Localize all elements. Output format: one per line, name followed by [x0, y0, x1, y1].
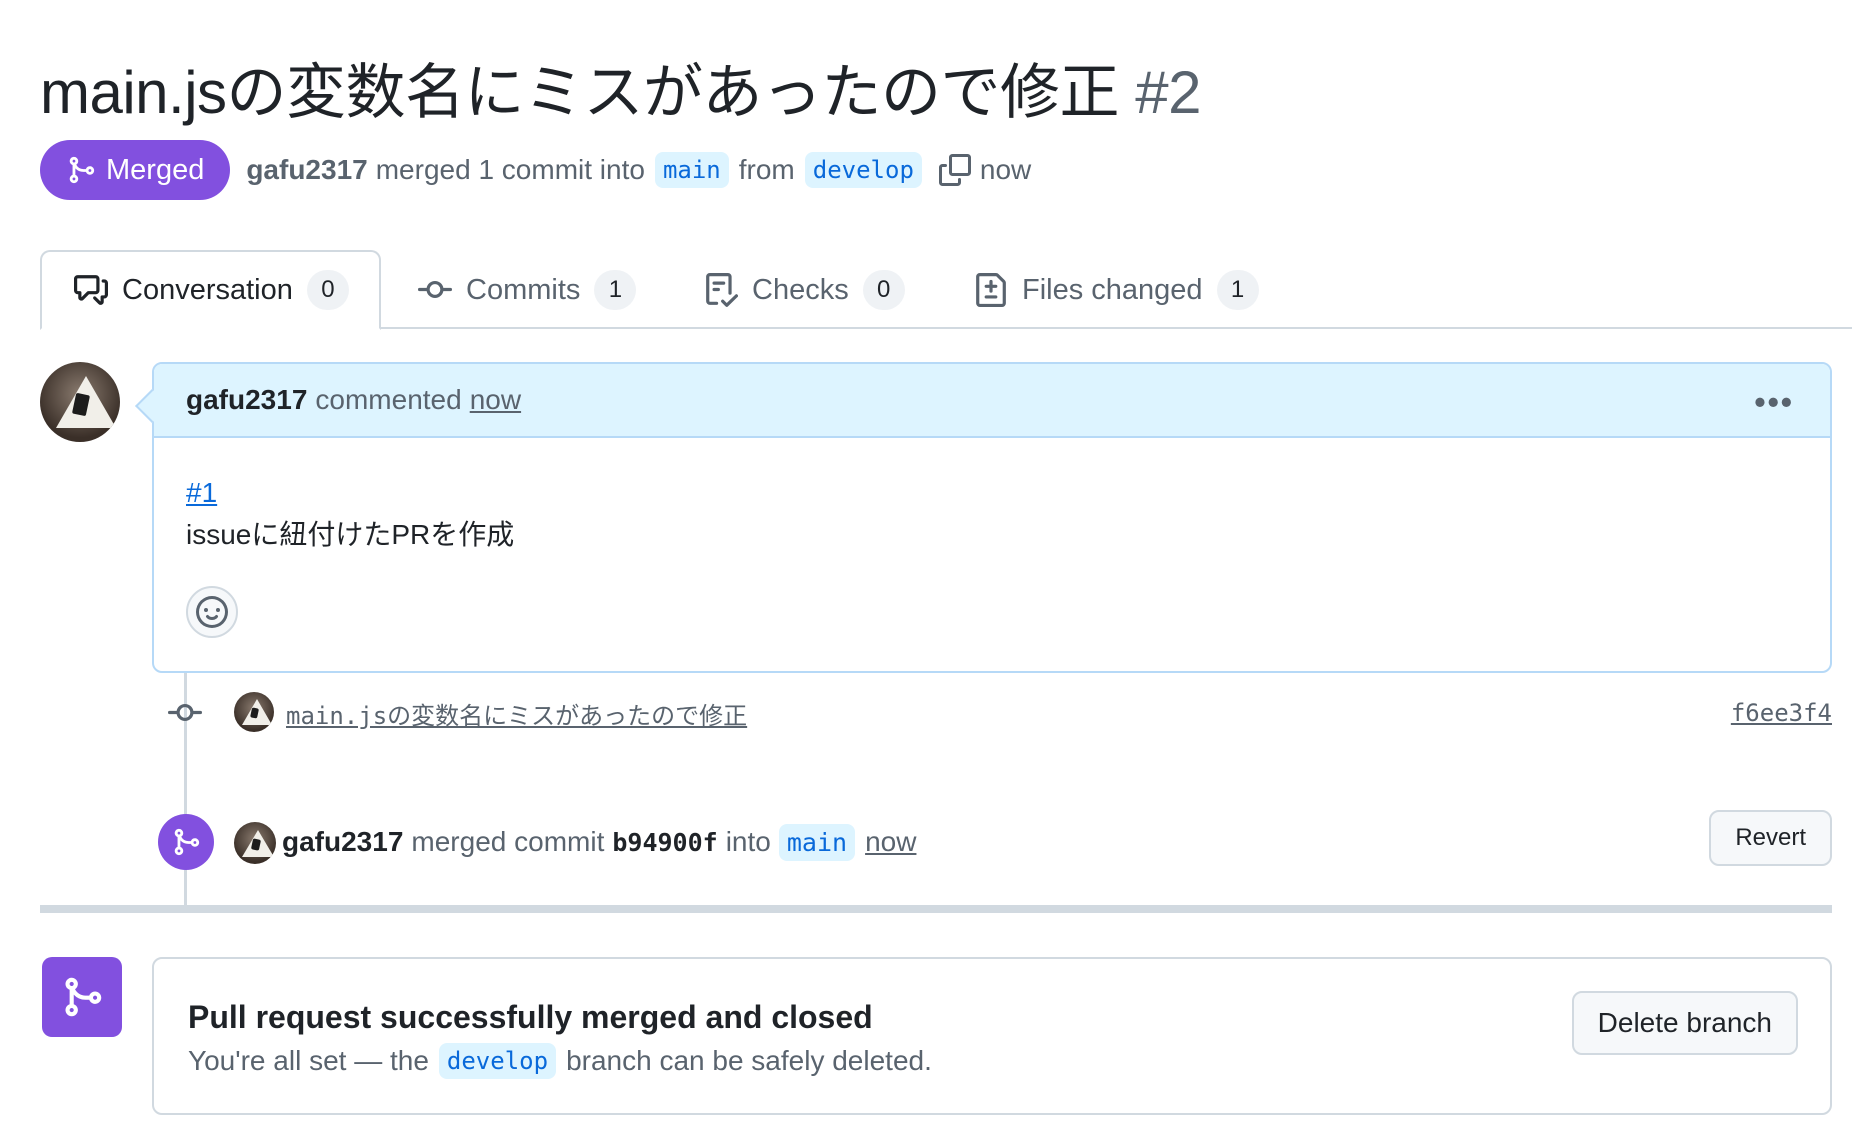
- pr-tabs: Conversation 0 Commits 1 Checks 0 Files …: [40, 250, 1852, 330]
- merge-status-box: Pull request successfully merged and clo…: [152, 957, 1832, 1115]
- merge-event-text: gafu2317 merged commit b94900f into main…: [282, 823, 916, 861]
- git-commit-icon: [418, 280, 452, 298]
- tab-counter: 1: [594, 270, 637, 310]
- tab-label: Checks: [752, 273, 849, 306]
- tab-label: Commits: [466, 273, 581, 306]
- commit-author-avatar[interactable]: [234, 692, 274, 732]
- status-sub-suffix: branch can be safely deleted.: [566, 1045, 932, 1076]
- comment-body: #1 issueに紐付けたPRを作成: [154, 438, 1830, 556]
- smiley-icon: [196, 596, 228, 628]
- commit-sha-link[interactable]: f6ee3f4: [1731, 699, 1832, 727]
- tab-label: Conversation: [122, 273, 293, 306]
- merge-time-link[interactable]: now: [865, 826, 916, 858]
- comment-author-link[interactable]: gafu2317: [186, 384, 307, 416]
- comment-action: commented: [315, 384, 462, 415]
- merge-commit-sha-link[interactable]: b94900f: [612, 828, 717, 857]
- pr-time: now: [979, 154, 1032, 185]
- copy-icon: [938, 154, 971, 186]
- merger-avatar[interactable]: [234, 822, 276, 864]
- comment-time-link[interactable]: now: [470, 384, 521, 416]
- tab-checks[interactable]: Checks 0: [704, 250, 905, 330]
- merger-author-link[interactable]: gafu2317: [282, 826, 403, 858]
- tab-conversation[interactable]: Conversation 0: [40, 250, 381, 330]
- comment-text: issueに紐付けたPRを作成: [186, 519, 515, 550]
- comment-menu-button[interactable]: •••: [1754, 384, 1794, 421]
- timeline-merge-event: gafu2317 merged commit b94900f into main…: [158, 810, 1832, 870]
- tab-commits[interactable]: Commits 1: [418, 250, 637, 330]
- merge-into-text: into: [725, 826, 771, 857]
- pr-description-comment: gafu2317 commented now ••• #1 issueに紐付けた…: [135, 362, 1832, 673]
- git-merge-icon: [65, 977, 102, 1017]
- merge-summary-text: merged 1 commit into: [375, 154, 645, 185]
- tab-files-changed[interactable]: Files changed 1: [974, 250, 1259, 330]
- tab-counter: 1: [1216, 270, 1259, 310]
- revert-button[interactable]: Revert: [1709, 810, 1832, 866]
- head-branch-label[interactable]: develop: [804, 152, 922, 188]
- merge-target-branch[interactable]: main: [778, 823, 856, 861]
- merge-status-title: Pull request successfully merged and clo…: [188, 999, 873, 1035]
- commit-message-link[interactable]: main.jsの変数名にミスがあったので修正: [286, 696, 747, 731]
- git-merge-icon: [69, 156, 95, 184]
- delete-branch-button[interactable]: Delete branch: [1571, 991, 1798, 1055]
- base-branch-label[interactable]: main: [654, 152, 729, 188]
- copy-branch-button[interactable]: [938, 153, 972, 187]
- comment-discussion-icon: [74, 275, 108, 305]
- git-merge-icon: [158, 814, 214, 870]
- file-diff-icon: [976, 273, 1006, 307]
- merge-event-action: merged commit: [411, 826, 605, 857]
- tab-counter: 0: [306, 270, 349, 310]
- status-branch-label[interactable]: develop: [438, 1043, 557, 1079]
- pr-title: main.jsの変数名にミスがあったので修正 #2: [40, 44, 1201, 131]
- merged-state-badge: Merged: [40, 140, 231, 200]
- comment-author-avatar[interactable]: [40, 362, 120, 442]
- pr-number: #2: [1135, 59, 1201, 126]
- merged-status-icon-box: [42, 957, 122, 1037]
- timeline-divider: [40, 905, 1832, 913]
- status-sub-prefix: You're all set — the: [188, 1045, 429, 1076]
- from-text: from: [738, 154, 795, 185]
- tab-counter: 0: [862, 270, 905, 310]
- checklist-icon: [706, 273, 738, 307]
- comment-header: gafu2317 commented now •••: [154, 364, 1830, 438]
- issue-reference-link[interactable]: #1: [186, 477, 217, 508]
- pr-author-link[interactable]: gafu2317: [246, 154, 367, 186]
- tab-label: Files changed: [1022, 273, 1203, 306]
- merge-status-subtitle: You're all set — the develop branch can …: [188, 1043, 932, 1079]
- pr-title-text: main.jsの変数名にミスがあったので修正: [40, 59, 1120, 126]
- git-commit-icon: [164, 698, 206, 728]
- add-reaction-button[interactable]: [186, 586, 238, 638]
- state-label: Merged: [106, 153, 205, 186]
- pr-meta: Merged gafu2317 merged 1 commit into mai…: [40, 140, 1031, 200]
- timeline-commit: main.jsの変数名にミスがあったので修正 f6ee3f4: [164, 688, 1832, 738]
